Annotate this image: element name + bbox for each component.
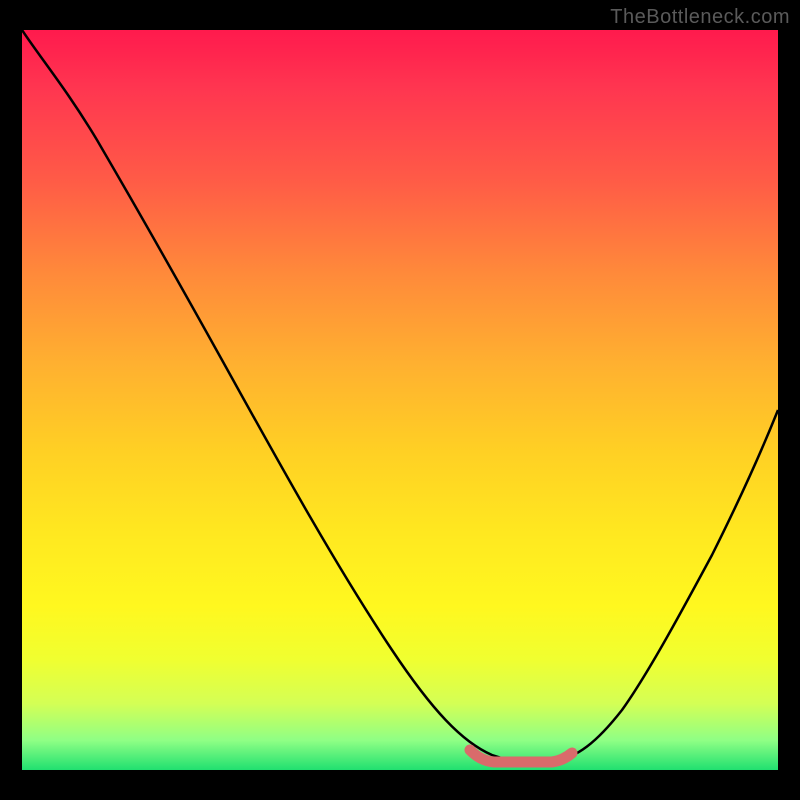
optimal-zone-marker	[470, 750, 572, 762]
watermark-text: TheBottleneck.com	[610, 6, 790, 29]
optimal-marker-svg	[22, 30, 778, 770]
chart-frame	[22, 30, 778, 770]
